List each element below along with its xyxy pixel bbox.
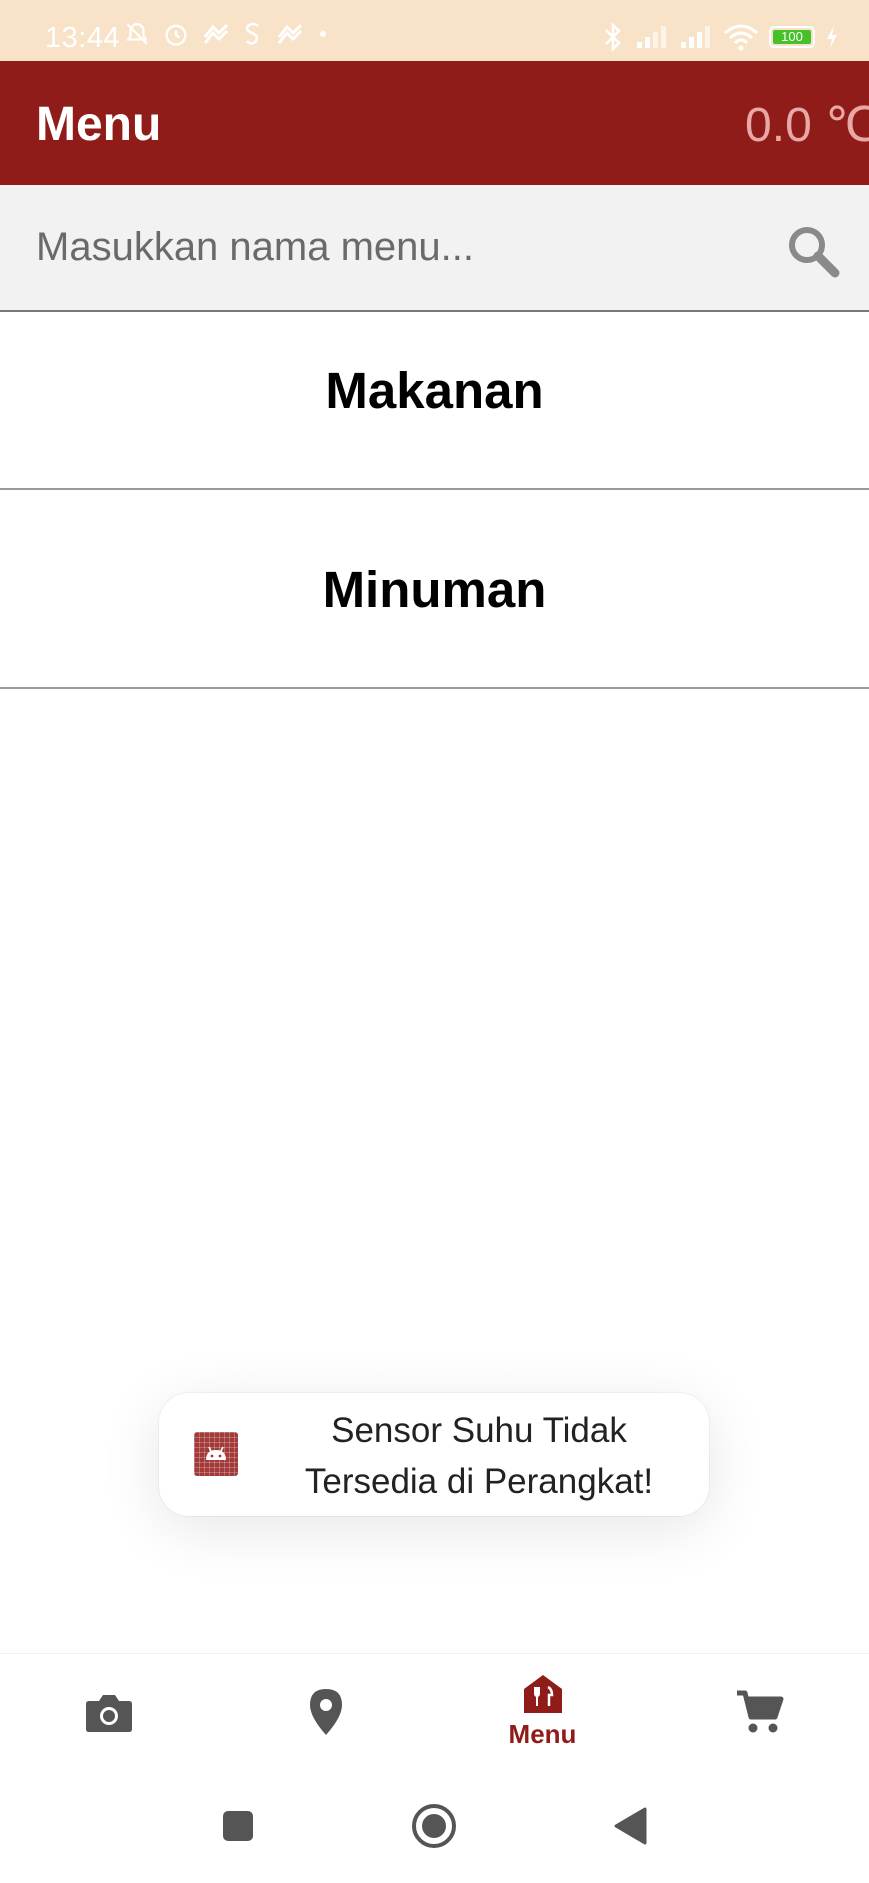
nav-menu[interactable]: Menu xyxy=(434,1654,651,1769)
home-button[interactable] xyxy=(394,1768,474,1883)
nav-location[interactable] xyxy=(217,1654,434,1769)
category-makanan[interactable]: Makanan xyxy=(0,292,869,490)
app-icon xyxy=(245,22,259,45)
status-time: 13:44 xyxy=(45,22,121,54)
dot-icon xyxy=(320,31,326,37)
signal-icon xyxy=(637,26,666,48)
category-label: Minuman xyxy=(322,560,547,618)
back-button[interactable] xyxy=(590,1768,670,1883)
home-icon xyxy=(412,1803,456,1848)
alarm-icon xyxy=(165,24,187,46)
nav-menu-label: Menu xyxy=(508,1719,577,1749)
recents-icon xyxy=(223,1810,253,1841)
status-system-icons: 100 xyxy=(601,22,839,52)
back-icon xyxy=(614,1807,647,1844)
status-notification-icons xyxy=(124,20,330,48)
charging-icon xyxy=(827,26,837,48)
toast-text: Sensor Suhu Tidak Tersedia di Perangkat! xyxy=(304,1411,654,1501)
camera-icon xyxy=(85,1694,132,1732)
battery-icon: 100 xyxy=(769,26,815,48)
recents-button[interactable] xyxy=(198,1768,278,1883)
category-minuman[interactable]: Minuman xyxy=(0,491,869,689)
app-icon xyxy=(203,23,229,44)
battery-level: 100 xyxy=(773,30,811,44)
nav-cart[interactable] xyxy=(651,1654,868,1769)
bottom-navigation: Menu xyxy=(0,1653,869,1769)
category-label: Makanan xyxy=(325,361,544,419)
status-bar: 13:44 100 xyxy=(0,0,869,61)
toast-message: Sensor Suhu Tidak Tersedia di Perangkat! xyxy=(159,1393,709,1516)
bluetooth-icon xyxy=(605,22,621,52)
location-pin-icon xyxy=(309,1688,342,1735)
menu-house-icon xyxy=(523,1675,562,1713)
signal-icon xyxy=(681,26,710,48)
wifi-icon xyxy=(724,24,758,51)
page-title: Menu xyxy=(36,98,162,151)
cart-icon xyxy=(736,1690,783,1732)
android-app-icon xyxy=(194,1432,238,1476)
nav-camera[interactable] xyxy=(0,1654,217,1769)
system-navigation-bar xyxy=(0,1768,869,1883)
search-icon[interactable] xyxy=(785,223,841,279)
mute-icon xyxy=(126,23,148,45)
app-bar: Menu 0.0 ℃ xyxy=(0,61,869,185)
app-icon xyxy=(277,23,303,44)
temperature-reading: 0.0 ℃ xyxy=(745,99,869,152)
